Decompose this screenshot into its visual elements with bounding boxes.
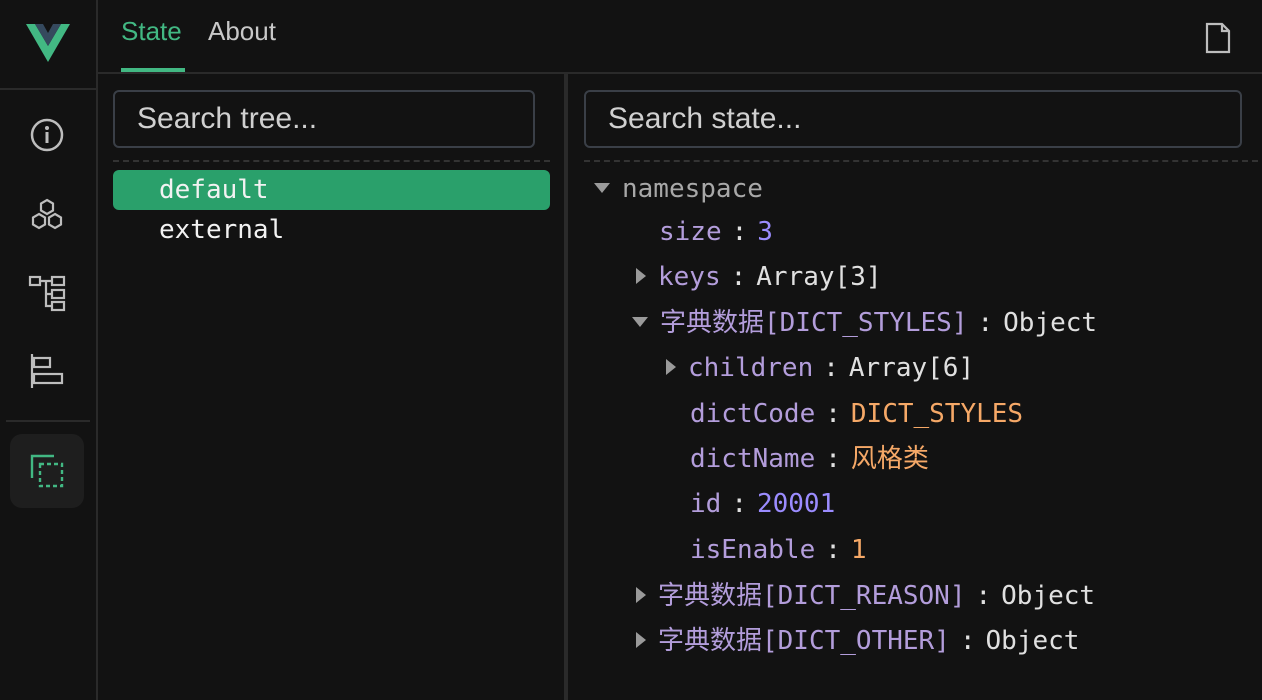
state-pane: namespace size:3 keys:Array[3] 字典数据[DICT… bbox=[568, 74, 1262, 700]
expand-arrow-icon[interactable] bbox=[636, 267, 646, 284]
state-row-keys[interactable]: keys: Array[3] bbox=[636, 259, 882, 295]
tab-about[interactable]: About bbox=[208, 16, 276, 47]
expand-arrow-icon[interactable] bbox=[636, 631, 646, 648]
timeline-icon[interactable] bbox=[22, 346, 72, 396]
pinia-icon[interactable] bbox=[10, 434, 84, 508]
active-tab-indicator bbox=[121, 68, 185, 72]
components-icon[interactable] bbox=[22, 190, 72, 240]
search-tree-input[interactable] bbox=[113, 90, 535, 148]
tab-state[interactable]: State bbox=[121, 16, 182, 47]
state-row-dict-styles[interactable]: 字典数据[DICT_STYLES]: Object bbox=[632, 305, 1097, 341]
search-state-input[interactable] bbox=[584, 90, 1242, 148]
tree-item-default[interactable]: default bbox=[113, 170, 550, 210]
state-row-size: size:3 bbox=[659, 217, 773, 247]
info-icon[interactable] bbox=[22, 110, 72, 160]
state-row-namespace[interactable]: namespace bbox=[594, 171, 763, 207]
sidebar-separator bbox=[6, 420, 90, 422]
expand-arrow-icon[interactable] bbox=[636, 586, 646, 603]
collapse-arrow-icon[interactable] bbox=[594, 182, 610, 193]
divider bbox=[113, 160, 550, 162]
state-row-id: id:20001 bbox=[690, 489, 836, 519]
expand-arrow-icon[interactable] bbox=[666, 358, 676, 375]
logo-area bbox=[0, 0, 96, 90]
state-row-dict-other[interactable]: 字典数据[DICT_OTHER]: Object bbox=[636, 623, 1079, 659]
top-bar: State About bbox=[98, 0, 1262, 74]
state-row-dict-reason[interactable]: 字典数据[DICT_REASON]: Object bbox=[636, 578, 1095, 614]
state-row-isenable: isEnable:1 bbox=[690, 535, 867, 565]
collapse-arrow-icon[interactable] bbox=[632, 316, 648, 327]
document-icon[interactable] bbox=[1204, 22, 1232, 58]
tree-item-external[interactable]: external bbox=[113, 210, 550, 250]
state-row-children[interactable]: children: Array[6] bbox=[666, 350, 974, 386]
state-row-dictname: dictName: 风格类 bbox=[690, 444, 929, 474]
sidebar bbox=[0, 0, 98, 700]
divider bbox=[584, 160, 1258, 162]
tree-pane: default external bbox=[98, 74, 568, 700]
tree-icon[interactable] bbox=[22, 268, 72, 318]
vue-logo-icon bbox=[26, 24, 70, 62]
state-row-dictcode: dictCode: DICT_STYLES bbox=[690, 399, 1024, 429]
